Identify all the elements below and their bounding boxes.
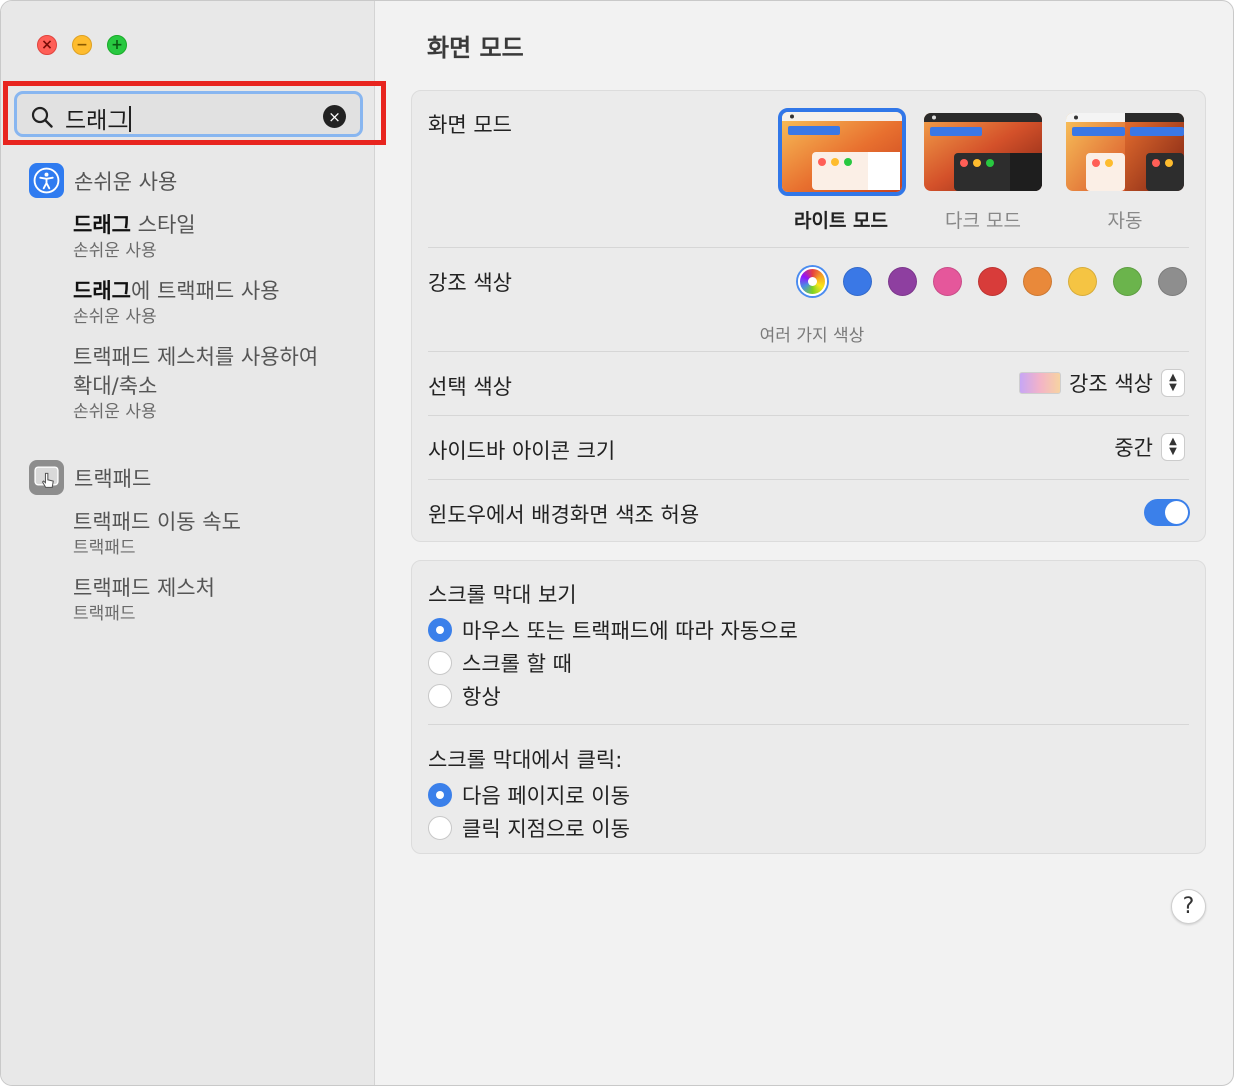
zoom-button[interactable]: + <box>107 35 127 55</box>
dark-mode-preview <box>924 113 1042 191</box>
result-subtitle: 손쉬운 사용 <box>73 307 157 327</box>
radio-label: 스크롤 할 때 <box>462 652 572 676</box>
close-button[interactable]: × <box>37 35 57 55</box>
highlight-color-popup[interactable]: 강조 색상 ▲ ▼ <box>1019 368 1185 398</box>
category-label: 손쉬운 사용 <box>74 169 178 194</box>
radio-jump-next-page[interactable]: 다음 페이지로 이동 <box>428 780 630 810</box>
appearance-option-label: 자동 <box>1107 210 1143 232</box>
wallpaper-tint-toggle[interactable] <box>1144 499 1190 526</box>
sidebar-category-accessibility[interactable]: 손쉬운 사용 <box>29 163 177 198</box>
search-result-zoom-gesture[interactable]: 트랙패드 제스처를 사용하여 확대/축소 손쉬운 사용 <box>73 343 318 423</box>
search-highlight-annotation <box>3 81 386 145</box>
popup-chevron-icon: ▲ ▼ <box>1161 369 1185 397</box>
search-result-drag-style[interactable]: 드래그 스타일 손쉬운 사용 <box>73 211 196 262</box>
result-title: 트랙패드 제스처 <box>73 576 215 600</box>
selected-indicator <box>808 277 817 286</box>
popup-chevron-icon: ▲ ▼ <box>1161 433 1185 461</box>
radio-button <box>428 816 452 840</box>
accessibility-icon <box>29 163 64 198</box>
search-result-trackpad-speed[interactable]: 트랙패드 이동 속도 트랙패드 <box>73 508 241 559</box>
radio-label: 다음 페이지로 이동 <box>462 784 630 808</box>
radio-button <box>428 783 452 807</box>
accent-color-swatch[interactable] <box>1023 267 1052 296</box>
result-title: 드래그에 트랙패드 사용 <box>73 279 280 303</box>
sidebar-category-trackpad[interactable]: 트랙패드 <box>29 460 151 495</box>
sidebar-icon-size-value: 중간 <box>1114 436 1153 460</box>
trackpad-icon <box>29 460 64 495</box>
result-title: 트랙패드 제스처를 사용하여 <box>73 345 319 369</box>
accent-color-swatch[interactable] <box>933 267 962 296</box>
radio-scroll-auto[interactable]: 마우스 또는 트랙패드에 따라 자동으로 <box>428 615 798 645</box>
accent-color-caption: 여러 가지 색상 <box>759 326 865 346</box>
appearance-option-dark[interactable] <box>924 113 1042 191</box>
radio-scroll-always[interactable]: 항상 <box>428 681 501 711</box>
appearance-option-label: 다크 모드 <box>945 210 1021 232</box>
appearance-option-auto[interactable] <box>1066 113 1184 191</box>
divider <box>428 247 1189 248</box>
search-result-trackpad-gestures[interactable]: 트랙패드 제스처 트랙패드 <box>73 574 215 625</box>
search-result-drag-trackpad[interactable]: 드래그에 트랙패드 사용 손쉬운 사용 <box>73 277 280 328</box>
minimize-icon: − <box>76 37 88 53</box>
divider <box>428 351 1189 352</box>
toggle-knob <box>1165 501 1188 524</box>
appearance-option-label: 라이트 모드 <box>793 210 888 232</box>
scroll-bar-settings-card: 스크롤 막대 보기 마우스 또는 트랙패드에 따라 자동으로 스크롤 할 때 항… <box>411 560 1206 854</box>
accent-color-swatch[interactable] <box>843 267 872 296</box>
help-button[interactable]: ? <box>1171 889 1206 924</box>
accent-color-multicolor[interactable] <box>798 267 827 296</box>
appearance-option-light[interactable] <box>778 108 906 196</box>
radio-scroll-when-scrolling[interactable]: 스크롤 할 때 <box>428 648 572 678</box>
result-title: 드래그 스타일 <box>73 213 196 237</box>
highlight-color-swatch <box>1019 372 1062 394</box>
light-mode-preview <box>782 112 902 192</box>
accent-color-swatch[interactable] <box>1068 267 1097 296</box>
accent-color-swatch[interactable] <box>888 267 917 296</box>
page-title: 화면 모드 <box>427 34 524 62</box>
divider <box>428 724 1189 725</box>
result-title-line2: 확대/축소 <box>73 374 158 398</box>
sidebar: × − + 드래그 × 손쉬운 사용 드래그 스타일 손쉬운 사용 드래그에 트… <box>1 1 375 1085</box>
result-subtitle: 손쉬운 사용 <box>73 402 157 422</box>
category-label: 트랙패드 <box>74 466 152 491</box>
minimize-button[interactable]: − <box>72 35 92 55</box>
wallpaper-tint-label: 윈도우에서 배경화면 색조 허용 <box>428 503 700 527</box>
radio-label: 클릭 지점으로 이동 <box>462 817 630 841</box>
radio-button <box>428 618 452 642</box>
highlight-color-value: 강조 색상 <box>1069 372 1153 396</box>
divider <box>428 479 1189 480</box>
sidebar-icon-size-popup[interactable]: 중간 ▲ ▼ <box>1114 432 1185 462</box>
radio-label: 항상 <box>462 685 501 709</box>
result-title: 트랙패드 이동 속도 <box>73 510 241 534</box>
auto-mode-preview <box>1066 113 1184 191</box>
zoom-icon: + <box>111 37 123 53</box>
radio-label: 마우스 또는 트랙패드에 따라 자동으로 <box>462 619 798 643</box>
accent-color-swatch[interactable] <box>1113 267 1142 296</box>
help-icon: ? <box>1182 894 1195 919</box>
result-subtitle: 트랙패드 <box>73 538 136 558</box>
close-icon: × <box>41 37 53 53</box>
sidebar-icon-size-label: 사이드바 아이콘 크기 <box>428 439 616 463</box>
result-subtitle: 트랙패드 <box>73 604 136 624</box>
divider <box>428 415 1189 416</box>
show-scroll-bars-label: 스크롤 막대 보기 <box>428 583 577 607</box>
radio-button <box>428 651 452 675</box>
radio-button <box>428 684 452 708</box>
appearance-settings-card: 화면 모드 라이트 모드 다크 모드 자동 강조 색상 여러 가지 색상 선택 … <box>411 90 1206 542</box>
click-scroll-bar-label: 스크롤 막대에서 클릭: <box>428 748 623 772</box>
settings-window: × − + 드래그 × 손쉬운 사용 드래그 스타일 손쉬운 사용 드래그에 트… <box>0 0 1234 1086</box>
accent-color-swatch[interactable] <box>1158 267 1187 296</box>
result-subtitle: 손쉬운 사용 <box>73 241 157 261</box>
accent-color-swatch[interactable] <box>978 267 1007 296</box>
radio-jump-clicked-spot[interactable]: 클릭 지점으로 이동 <box>428 813 630 843</box>
